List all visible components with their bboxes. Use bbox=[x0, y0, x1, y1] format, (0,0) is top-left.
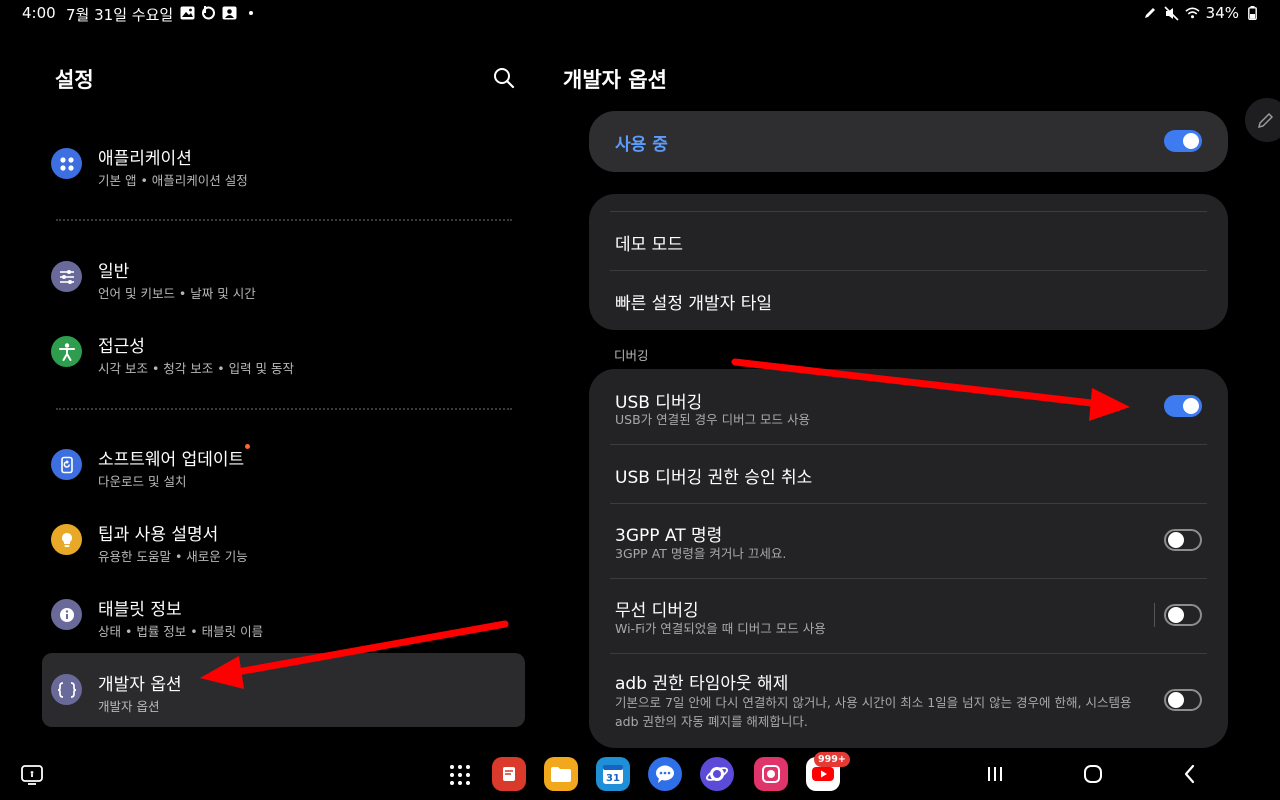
system-status: 34% bbox=[1143, 4, 1260, 22]
youtube-notification-badge: 999+ bbox=[814, 752, 850, 767]
more-dot-icon bbox=[243, 5, 258, 20]
braces-icon bbox=[51, 674, 82, 705]
screen-capture-icon[interactable] bbox=[20, 763, 44, 787]
settings-item-subtitle: 개발자 옵션 bbox=[98, 699, 160, 714]
row-3gpp-at-commands[interactable]: 3GPP AT 명령 3GPP AT 명령을 켜거나 끄세요. bbox=[589, 503, 1228, 578]
row-disable-adb-auth-timeout[interactable]: adb 권한 타임아웃 해제 기본으로 7일 안에 다시 연결하지 않거나, 사… bbox=[589, 653, 1228, 748]
row-title: 3GPP AT 명령 bbox=[615, 526, 723, 546]
taskbar: 31 999+ bbox=[0, 748, 1280, 800]
status-time: 4:00 bbox=[22, 4, 56, 22]
settings-item-title: 접근성 bbox=[98, 337, 145, 357]
update-badge-dot bbox=[245, 444, 250, 449]
row-demo-mode[interactable]: 데모 모드 bbox=[589, 211, 1228, 270]
row-subtitle-line-2: adb 권한의 자동 폐지를 해제합니다. bbox=[615, 714, 808, 729]
row-title: 빠른 설정 개발자 타일 bbox=[615, 294, 772, 314]
battery-icon bbox=[1245, 6, 1260, 21]
settings-item-title: 애플리케이션 bbox=[98, 149, 192, 169]
section-divider bbox=[56, 408, 512, 410]
my-files-app-icon[interactable] bbox=[544, 757, 578, 791]
pencil-icon[interactable] bbox=[1245, 98, 1280, 142]
row-title: USB 디버깅 권한 승인 취소 bbox=[615, 468, 813, 488]
developer-options-group-general: 데모 모드 빠른 설정 개발자 타일 bbox=[589, 194, 1228, 330]
messages-app-icon[interactable] bbox=[648, 757, 682, 791]
row-usb-debugging[interactable]: USB 디버깅 USB가 연결된 경우 디버그 모드 사용 bbox=[589, 369, 1228, 444]
settings-item-subtitle: 다운로드 및 설치 bbox=[98, 474, 187, 489]
row-title: 무선 디버깅 bbox=[615, 601, 699, 621]
master-switch-toggle[interactable] bbox=[1164, 130, 1202, 152]
row-revoke-usb-auth[interactable]: USB 디버깅 권한 승인 취소 bbox=[589, 444, 1228, 503]
internet-app-icon[interactable] bbox=[700, 757, 734, 791]
info-icon bbox=[51, 599, 82, 630]
settings-title: 설정 bbox=[55, 68, 94, 92]
row-title: 데모 모드 bbox=[615, 235, 683, 255]
app-grid-icon[interactable] bbox=[447, 762, 473, 788]
toggle-separator bbox=[1154, 603, 1155, 627]
row-subtitle: Wi-Fi가 연결되었을 때 디버그 모드 사용 bbox=[615, 621, 826, 636]
settings-item-title: 태블릿 정보 bbox=[98, 600, 182, 620]
settings-item-title: 개발자 옵션 bbox=[98, 675, 182, 695]
search-icon[interactable] bbox=[492, 66, 516, 90]
settings-item-subtitle: 유용한 도움말 • 새로운 기능 bbox=[98, 549, 248, 564]
row-wireless-debugging[interactable]: 무선 디버깅 Wi-Fi가 연결되었을 때 디버그 모드 사용 bbox=[589, 578, 1228, 653]
lightbulb-icon bbox=[51, 524, 82, 555]
row-subtitle-line-1: 기본으로 7일 안에 다시 연결하지 않거나, 사용 시간이 최소 1일을 넘지… bbox=[615, 695, 1132, 710]
developer-options-master-switch[interactable]: 사용 중 bbox=[589, 111, 1228, 172]
settings-item-title: 소프트웨어 업데이트 bbox=[98, 450, 245, 470]
accessibility-icon bbox=[51, 336, 82, 367]
home-icon[interactable] bbox=[1081, 762, 1105, 786]
bixby-icon bbox=[201, 5, 216, 20]
row-subtitle: 3GPP AT 명령을 켜거나 끄세요. bbox=[615, 546, 787, 561]
settings-item-tips[interactable]: 팁과 사용 설명서 유용한 도움말 • 새로운 기능 bbox=[42, 503, 525, 577]
settings-item-general[interactable]: 일반 언어 및 키보드 • 날짜 및 시간 bbox=[42, 240, 525, 314]
gallery-icon bbox=[180, 5, 195, 20]
settings-item-accessibility[interactable]: 접근성 시각 보조 • 청각 보조 • 입력 및 동작 bbox=[42, 315, 525, 389]
adb-auth-timeout-toggle[interactable] bbox=[1164, 689, 1202, 711]
wireless-debugging-toggle[interactable] bbox=[1164, 604, 1202, 626]
recents-icon[interactable] bbox=[983, 762, 1007, 786]
settings-item-developer-options[interactable]: 개발자 옵션 개발자 옵션 bbox=[42, 653, 525, 727]
row-quick-settings-tiles[interactable]: 빠른 설정 개발자 타일 bbox=[589, 270, 1228, 330]
status-date: 7월 31일 수요일 bbox=[66, 6, 174, 24]
settings-item-subtitle: 시각 보조 • 청각 보조 • 입력 및 동작 bbox=[98, 361, 295, 376]
section-divider bbox=[56, 219, 512, 221]
software-update-icon bbox=[51, 449, 82, 480]
usb-debugging-toggle[interactable] bbox=[1164, 395, 1202, 417]
notification-icons bbox=[180, 5, 258, 20]
settings-item-subtitle: 언어 및 키보드 • 날짜 및 시간 bbox=[98, 286, 256, 301]
back-icon[interactable] bbox=[1178, 762, 1202, 786]
contact-card-icon bbox=[222, 5, 237, 20]
apps-icon bbox=[51, 148, 82, 179]
settings-item-software-update[interactable]: 소프트웨어 업데이트 다운로드 및 설치 bbox=[42, 428, 525, 502]
developer-options-group-debugging: USB 디버깅 USB가 연결된 경우 디버그 모드 사용 USB 디버깅 권한… bbox=[589, 369, 1228, 748]
mute-icon bbox=[1164, 5, 1179, 21]
master-switch-label: 사용 중 bbox=[615, 135, 668, 155]
notes-app-icon[interactable] bbox=[492, 757, 526, 791]
screen-recorder-app-icon[interactable] bbox=[754, 757, 788, 791]
battery-percent: 34% bbox=[1205, 4, 1239, 22]
row-title: adb 권한 타임아웃 해제 bbox=[615, 674, 789, 694]
settings-item-tablet-info[interactable]: 태블릿 정보 상태 • 법률 정보 • 태블릿 이름 bbox=[42, 578, 525, 652]
settings-item-title: 일반 bbox=[98, 262, 130, 282]
row-subtitle: USB가 연결된 경우 디버그 모드 사용 bbox=[615, 412, 811, 427]
section-label-debugging: 디버깅 bbox=[614, 348, 649, 363]
calendar-app-icon[interactable]: 31 bbox=[596, 757, 630, 791]
settings-item-subtitle: 상태 • 법률 정보 • 태블릿 이름 bbox=[98, 624, 264, 639]
wifi-icon bbox=[1185, 6, 1200, 21]
settings-item-title: 팁과 사용 설명서 bbox=[98, 525, 219, 545]
developer-options-title: 개발자 옵션 bbox=[563, 68, 667, 92]
status-bar: 4:00 7월 31일 수요일 34% bbox=[0, 0, 1280, 28]
settings-item-applications[interactable]: 애플리케이션 기본 앱 • 애플리케이션 설정 bbox=[42, 127, 525, 201]
3gpp-at-toggle[interactable] bbox=[1164, 529, 1202, 551]
calendar-day-label: 31 bbox=[606, 773, 620, 784]
settings-item-subtitle: 기본 앱 • 애플리케이션 설정 bbox=[98, 173, 248, 188]
sliders-icon bbox=[51, 261, 82, 292]
pen-icon bbox=[1143, 6, 1158, 21]
